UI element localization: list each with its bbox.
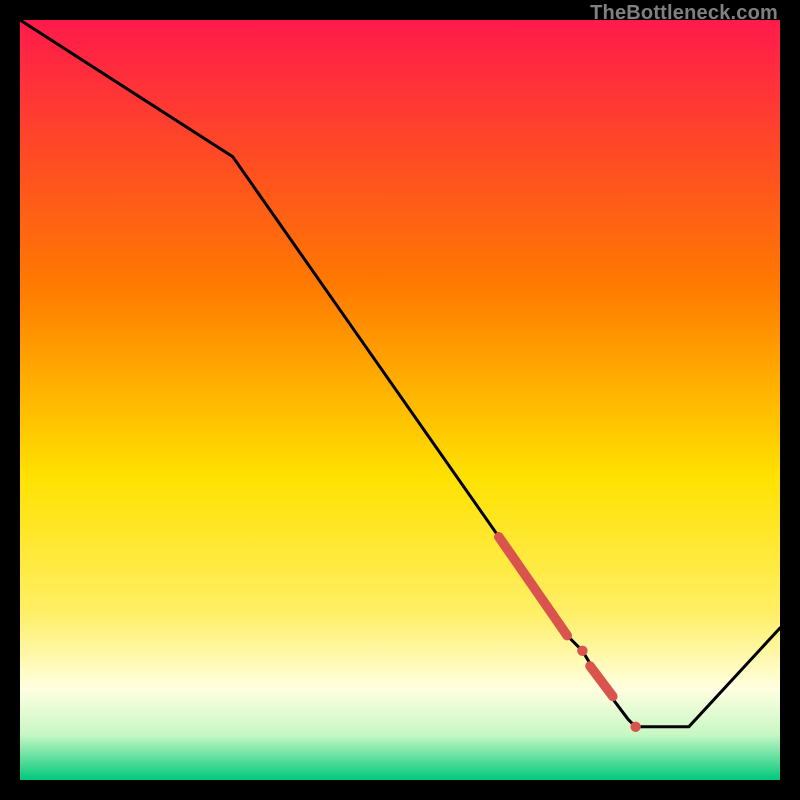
plot-area: [20, 20, 780, 780]
marker-dot: [577, 646, 587, 656]
marker-dot: [630, 722, 640, 732]
gradient-background: [20, 20, 780, 780]
chart-svg: [20, 20, 780, 780]
chart-frame: TheBottleneck.com: [0, 0, 800, 800]
